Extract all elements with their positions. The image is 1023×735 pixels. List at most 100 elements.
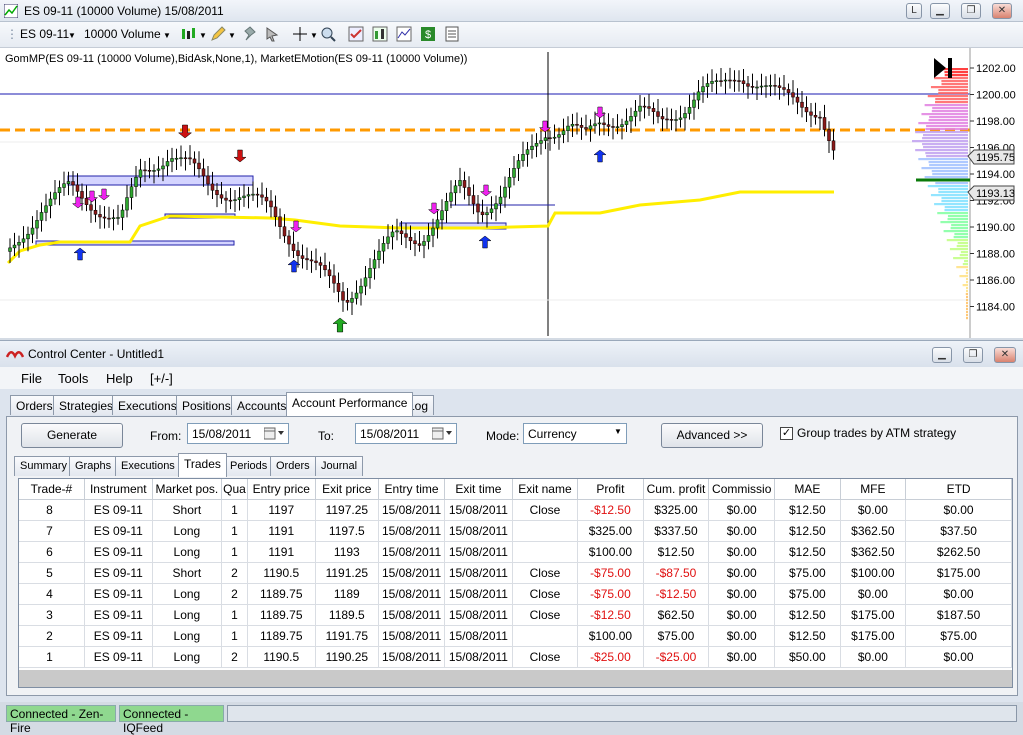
table-row[interactable]: 7 ES 09-11 Long 1 1191 1197.5 15/08/2011 15/08/…: [19, 520, 1012, 542]
column-header[interactable]: MFE: [840, 479, 907, 500]
table-cell: ES 09-11: [84, 562, 153, 584]
column-header[interactable]: Exit time: [444, 479, 513, 500]
subtab-graphs[interactable]: Graphs: [69, 456, 118, 476]
advanced-button[interactable]: Advanced >>: [661, 423, 763, 448]
table-row[interactable]: 6 ES 09-11 Long 1 1191 1193 15/08/2011 15/08/20…: [19, 541, 1012, 563]
calendar-icon[interactable]: [432, 427, 454, 440]
minimize-button[interactable]: ▁: [930, 3, 950, 19]
column-header[interactable]: Profit: [577, 479, 644, 500]
table-row[interactable]: 8 ES 09-11 Short 1 1197 1197.25 15/08/2011 15/0…: [19, 499, 1012, 521]
column-header[interactable]: Market pos.: [152, 479, 223, 500]
crosshair-icon[interactable]: [292, 26, 308, 42]
chevron-down-icon: ▼: [614, 427, 622, 436]
restore-button[interactable]: ❐: [961, 3, 981, 19]
table-row[interactable]: 4 ES 09-11 Long 2 1189.75 1189 15/08/2011 15/08…: [19, 583, 1012, 605]
chart-properties-icon[interactable]: [372, 26, 388, 42]
column-header[interactable]: Entry time: [378, 479, 445, 500]
tab-account-performance[interactable]: Account Performance: [286, 392, 414, 416]
cc-minimize-button[interactable]: ▁: [932, 347, 952, 363]
candle-body: [179, 157, 183, 160]
period-selector[interactable]: 10000 Volume: [84, 27, 161, 41]
candle-body: [242, 195, 246, 198]
to-date-field[interactable]: 15/08/2011: [355, 423, 457, 444]
menu-file[interactable]: File: [21, 371, 42, 386]
menu-expand[interactable]: [+/-]: [150, 371, 173, 386]
column-header[interactable]: ETD: [905, 479, 1012, 500]
bar-style-dropdown-icon[interactable]: ▼: [199, 31, 207, 40]
volume-profile-bar: [944, 71, 968, 74]
mode-select[interactable]: Currency ▼: [523, 423, 627, 444]
price-chart[interactable]: 1202.001200.001198.001196.001194.001192.…: [0, 48, 1023, 338]
indicators-icon[interactable]: [396, 26, 412, 42]
link-button[interactable]: L: [906, 3, 922, 19]
volume-profile-bar: [941, 200, 968, 203]
volume-profile-bar: [946, 239, 968, 242]
table-cell: Long: [152, 583, 223, 605]
table-row[interactable]: 2 ES 09-11 Long 1 1189.75 1191.75 15/08/2011 15…: [19, 625, 1012, 647]
group-trades-checkbox[interactable]: ✓: [780, 427, 793, 440]
volume-profile-bar: [941, 83, 968, 86]
drawing-dropdown-icon[interactable]: ▼: [228, 31, 236, 40]
from-date-field[interactable]: 15/08/2011: [187, 423, 289, 444]
subtab-periods[interactable]: Periods: [224, 456, 274, 476]
volume-profile-bar: [957, 242, 968, 245]
subtab-executions[interactable]: Executions: [115, 456, 181, 476]
subtab-trades[interactable]: Trades: [178, 453, 227, 477]
candle-body: [395, 230, 399, 233]
table-row[interactable]: 1 ES 09-11 Long 2 1190.5 1190.25 15/08/2011 15/…: [19, 646, 1012, 668]
dollar-icon[interactable]: $: [420, 26, 436, 42]
strategy-icon[interactable]: [348, 26, 364, 42]
tab-strategies[interactable]: Strategies: [53, 395, 120, 415]
close-button[interactable]: ✕: [992, 3, 1012, 19]
table-cell: 1189: [315, 583, 380, 605]
tab-accounts[interactable]: Accounts: [231, 395, 293, 415]
instrument-selector[interactable]: ES 09-11: [20, 27, 69, 41]
column-header[interactable]: Entry price: [247, 479, 316, 500]
crosshair-dropdown-icon[interactable]: ▼: [310, 31, 318, 40]
table-row[interactable]: 3 ES 09-11 Long 1 1189.75 1189.5 15/08/2011 15/…: [19, 604, 1012, 626]
table-cell: 1197.5: [315, 520, 380, 542]
candle-body: [377, 250, 381, 260]
generate-button[interactable]: Generate: [21, 423, 123, 448]
pointer-tool-icon[interactable]: [264, 26, 280, 42]
column-header[interactable]: MAE: [774, 479, 841, 500]
calendar-icon[interactable]: [264, 427, 286, 440]
candle-body: [165, 161, 170, 167]
chart-title: ES 09-11 (10000 Volume) 15/08/2011: [24, 4, 224, 18]
candle-body: [624, 120, 629, 125]
column-header[interactable]: Exit name: [512, 479, 579, 500]
menu-tools[interactable]: Tools: [58, 371, 88, 386]
instrument-dropdown-icon[interactable]: ▼: [68, 31, 76, 40]
candle-body: [399, 230, 404, 234]
period-dropdown-icon[interactable]: ▼: [163, 31, 171, 40]
zoom-icon[interactable]: [320, 26, 336, 42]
bar-style-icon[interactable]: [180, 26, 196, 42]
volume-profile-bar: [966, 317, 968, 320]
data-box-icon[interactable]: [444, 26, 460, 42]
column-header[interactable]: Trade-#: [19, 479, 85, 500]
table-cell: $0.00: [840, 583, 907, 605]
menu-help[interactable]: Help: [106, 371, 133, 386]
subtab-summary[interactable]: Summary: [14, 456, 74, 476]
column-header[interactable]: Cum. profit: [643, 479, 710, 500]
trades-grid[interactable]: Trade-# Instrument Market pos. Qua Entry pri…: [18, 478, 1013, 688]
candle-body: [485, 212, 489, 216]
column-header[interactable]: Instrument: [84, 479, 153, 500]
table-header-row: Trade-# Instrument Market pos. Qua Entry pri…: [19, 479, 1012, 500]
tab-executions[interactable]: Executions: [112, 395, 183, 415]
table-row[interactable]: 5 ES 09-11 Short 2 1190.5 1191.25 15/08/2011 15…: [19, 562, 1012, 584]
subtab-orders[interactable]: Orders: [270, 456, 316, 476]
volume-profile-bar: [949, 248, 968, 251]
tab-positions[interactable]: Positions: [176, 395, 237, 415]
pin-icon[interactable]: [242, 26, 258, 42]
subtab-journal[interactable]: Journal: [315, 456, 364, 476]
candle-body: [710, 81, 714, 84]
pencil-icon[interactable]: [210, 26, 226, 42]
column-header[interactable]: Commissio: [708, 479, 776, 500]
cc-close-button[interactable]: ✕: [994, 347, 1016, 363]
table-cell: 15/08/2011: [444, 499, 513, 521]
tab-orders[interactable]: Orders: [10, 395, 59, 415]
column-header[interactable]: Exit price: [315, 479, 380, 500]
column-header[interactable]: Qua: [221, 479, 248, 500]
cc-restore-button[interactable]: ❐: [963, 347, 983, 363]
